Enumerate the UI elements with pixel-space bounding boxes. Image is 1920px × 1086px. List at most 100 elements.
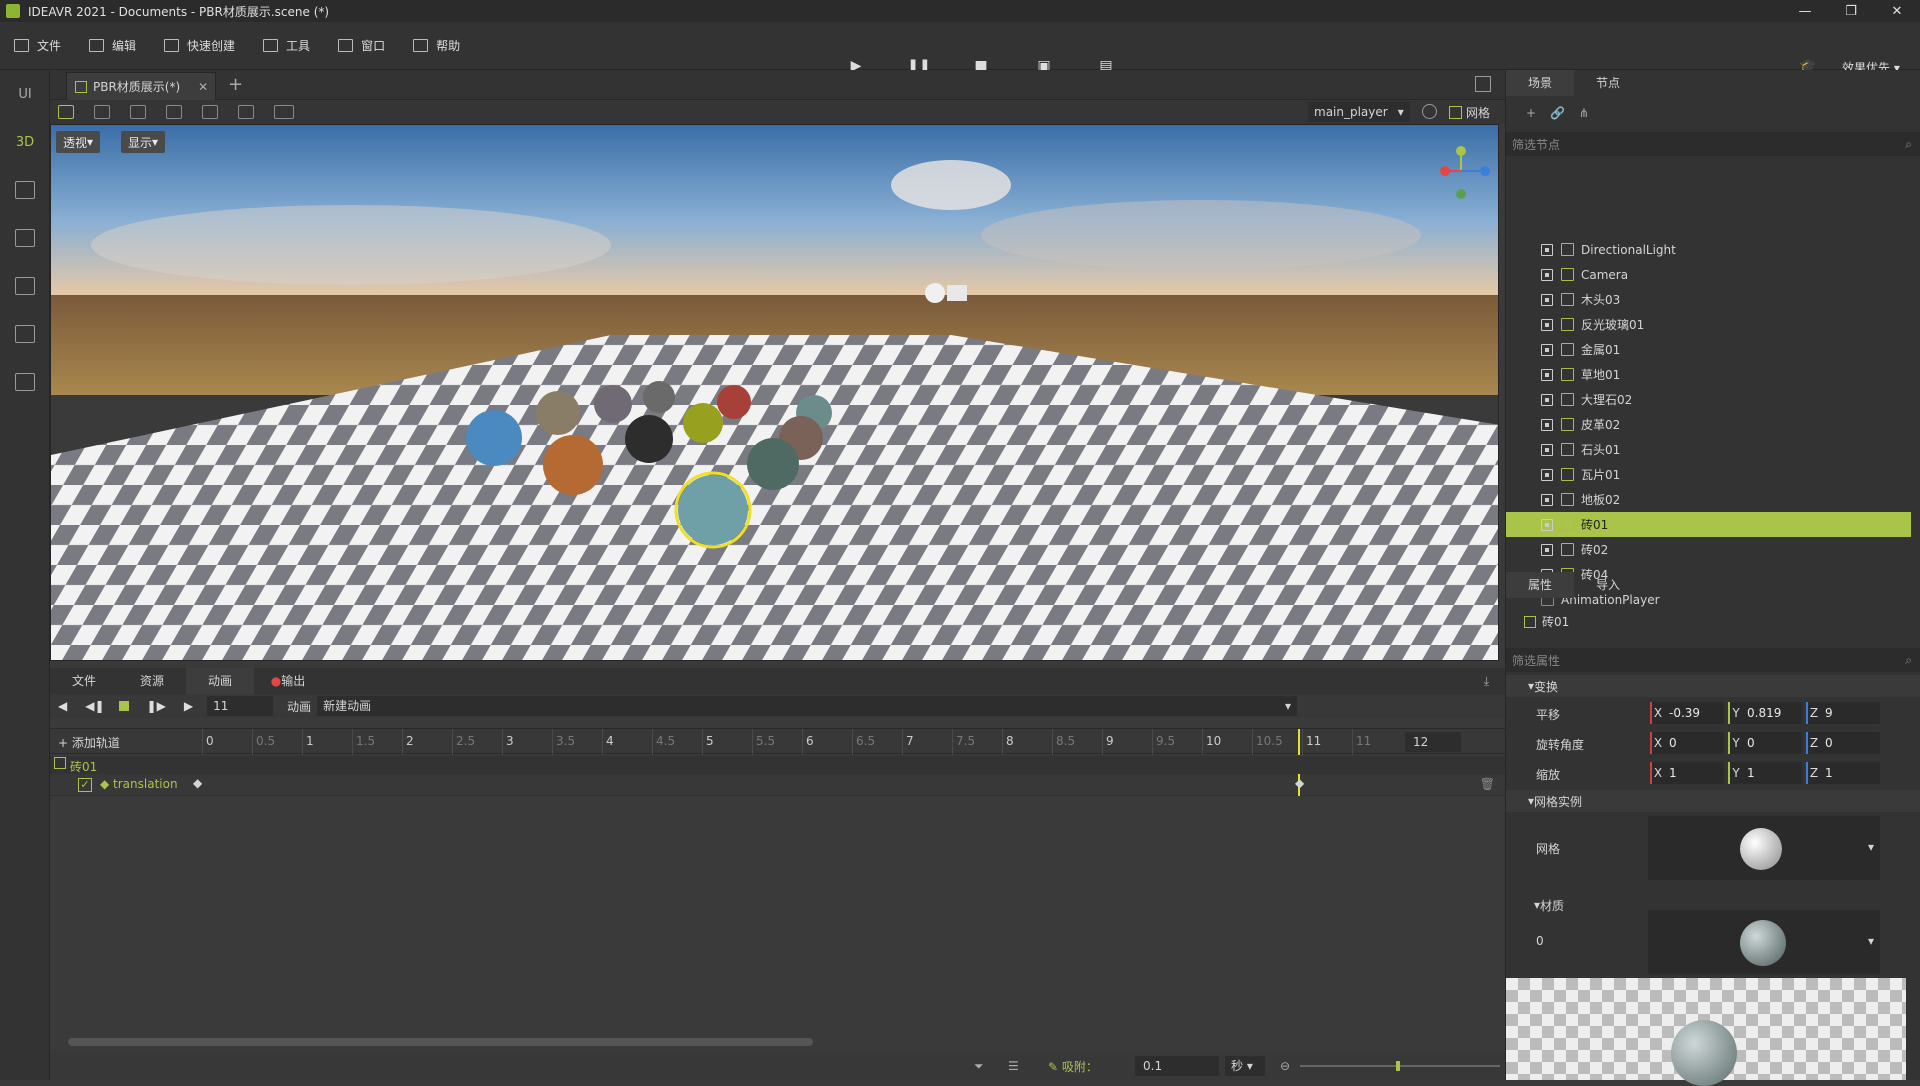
visibility-icon[interactable] xyxy=(1541,318,1553,331)
close-tab-icon[interactable]: ✕ xyxy=(198,80,208,94)
keyframe-start[interactable]: ◆ xyxy=(193,776,202,790)
visibility-icon[interactable] xyxy=(1541,343,1553,356)
close-icon[interactable]: ✕ xyxy=(1874,0,1920,22)
add-tab-icon[interactable]: + xyxy=(228,74,243,95)
snap-toggle[interactable]: ✎ 吸附： xyxy=(1048,1058,1098,1075)
media-button[interactable] xyxy=(0,262,50,310)
scene-node[interactable]: 草地01 xyxy=(1506,362,1911,387)
tab-node[interactable]: 节点 xyxy=(1574,70,1642,96)
rotation-z-field[interactable]: Z0 xyxy=(1806,732,1880,754)
tab-animation[interactable]: 动画 xyxy=(186,668,254,694)
download-icon[interactable]: ⤓ xyxy=(1484,674,1489,689)
scene-node[interactable]: 石头01 xyxy=(1506,437,1911,462)
horizontal-scrollbar[interactable] xyxy=(68,1038,813,1046)
scene-node[interactable]: 地板02 xyxy=(1506,487,1911,512)
stop-anim-icon[interactable] xyxy=(118,701,129,711)
node-filter-input[interactable]: 筛选节点 ⌕ xyxy=(1506,132,1920,156)
visibility-icon[interactable] xyxy=(1541,243,1553,256)
visibility-icon[interactable] xyxy=(1541,443,1553,456)
3d-mode-button[interactable]: 3D xyxy=(0,118,50,166)
rotation-x-field[interactable]: X0 xyxy=(1650,732,1724,754)
section-transform[interactable]: ▾ 变换 xyxy=(1506,675,1920,697)
length-input[interactable]: 12 xyxy=(1405,732,1461,752)
tab-scene[interactable]: 场景 xyxy=(1506,70,1574,96)
scale-tool-icon[interactable] xyxy=(166,105,182,119)
track-enable-checkbox[interactable]: ✓ xyxy=(78,778,92,792)
play-anim-icon[interactable]: ▶ xyxy=(184,699,193,713)
player-select[interactable]: main_player ▾ xyxy=(1308,102,1410,122)
tab-assets[interactable]: 资源 xyxy=(118,668,186,694)
pivot-icon[interactable] xyxy=(202,105,218,119)
add-track-button[interactable]: + 添加轨道 xyxy=(58,734,120,751)
prev-keyframe-icon[interactable]: ◀ xyxy=(58,699,67,713)
menu-help[interactable]: 帮助 xyxy=(413,37,460,54)
translate-x-field[interactable]: X -0.39 xyxy=(1650,702,1724,724)
add-node-icon[interactable]: + xyxy=(1526,106,1536,120)
instance-icon[interactable]: ⋔ xyxy=(1579,106,1589,120)
tab-import[interactable]: 导入 xyxy=(1574,572,1642,598)
tab-file[interactable]: 文件 xyxy=(50,668,118,694)
filter-icon[interactable]: ⏷ xyxy=(974,1059,984,1074)
3d-viewport[interactable]: 透视 ▾ 显示 ▾ xyxy=(50,124,1499,661)
snap-icon[interactable] xyxy=(238,105,254,119)
settings-icon[interactable] xyxy=(1422,104,1437,119)
material-preview[interactable]: ▾ xyxy=(1648,910,1880,974)
scene-node[interactable]: 金属01 xyxy=(1506,337,1911,362)
visibility-icon[interactable] xyxy=(1541,393,1553,406)
zoom-slider-handle[interactable] xyxy=(1396,1061,1400,1071)
display-dropdown[interactable]: 显示 ▾ xyxy=(121,131,166,153)
scene-node[interactable]: 大理石02 xyxy=(1506,387,1911,412)
perspective-dropdown[interactable]: 透视 ▾ xyxy=(56,131,101,153)
snap-input[interactable]: 0.1 xyxy=(1135,1056,1219,1076)
menu-edit[interactable]: 编辑 xyxy=(89,37,136,54)
visibility-icon[interactable] xyxy=(1541,468,1553,481)
scene-node[interactable]: DirectionalLight xyxy=(1506,237,1911,262)
visibility-icon[interactable] xyxy=(1541,368,1553,381)
visibility-icon[interactable] xyxy=(1541,293,1553,306)
scene-node[interactable]: Camera xyxy=(1506,262,1911,287)
scene-node[interactable]: 反光玻璃01 xyxy=(1506,312,1911,337)
play-from-icon[interactable]: ❚▶ xyxy=(147,699,166,713)
rotation-y-field[interactable]: Y0 xyxy=(1728,732,1802,754)
publish-button[interactable] xyxy=(0,358,50,406)
zoom-slider[interactable] xyxy=(1300,1061,1500,1071)
trash-icon[interactable]: 🗑 xyxy=(1480,777,1495,791)
move-tool-icon[interactable] xyxy=(94,105,110,119)
fullscreen-icon[interactable] xyxy=(1475,76,1491,92)
unit-select[interactable]: 秒 ▾ xyxy=(1225,1056,1265,1076)
scale-y-field[interactable]: Y1 xyxy=(1728,762,1802,784)
select-tool-icon[interactable] xyxy=(58,105,74,119)
menu-file[interactable]: 文件 xyxy=(14,37,61,54)
restore-icon[interactable]: ❐ xyxy=(1828,0,1874,22)
menu-tools[interactable]: 工具 xyxy=(263,37,310,54)
visibility-icon[interactable] xyxy=(1541,543,1553,556)
scale-z-field[interactable]: Z1 xyxy=(1806,762,1880,784)
minimize-icon[interactable]: — xyxy=(1782,0,1828,22)
timeline-ruler[interactable]: + 添加轨道 0 0.5 1 1.5 2 2.5 3 3.5 4 4.5 5 5.5 6 6.5 7 7.5 8… xyxy=(50,728,1505,755)
list-icon[interactable]: ☰ xyxy=(1008,1059,1019,1073)
scene-node[interactable]: 砖02 xyxy=(1506,537,1911,562)
track-group[interactable]: 砖01 xyxy=(50,756,1505,774)
tab-output[interactable]: ●输出 xyxy=(254,668,322,694)
animation-select[interactable]: 新建动画 ▾ xyxy=(317,696,1298,716)
visibility-icon[interactable] xyxy=(1541,518,1553,531)
visibility-icon[interactable] xyxy=(1541,493,1553,506)
tab-properties[interactable]: 属性 xyxy=(1506,572,1574,598)
scene-node[interactable]: 瓦片01 xyxy=(1506,462,1911,487)
section-mesh-instance[interactable]: ▾ 网格实例 xyxy=(1506,790,1920,812)
export-button[interactable] xyxy=(0,310,50,358)
translate-z-field[interactable]: Z9 xyxy=(1806,702,1880,724)
layout-icon[interactable] xyxy=(274,105,294,119)
menu-quick-create[interactable]: 快速创建 xyxy=(164,37,235,54)
menu-window[interactable]: 窗口 xyxy=(338,37,385,54)
mesh-toggle[interactable]: 网格 xyxy=(1449,104,1490,121)
keyframe-end[interactable]: ◆ xyxy=(1295,776,1304,790)
play-reverse-icon[interactable]: ◀❚ xyxy=(85,699,104,713)
scene-node[interactable]: 木头03 xyxy=(1506,287,1911,312)
property-filter-input[interactable]: 筛选属性 ⌕ xyxy=(1506,648,1920,672)
doc-tab[interactable]: PBR材质展示(*) ✕ xyxy=(66,72,216,100)
rotate-tool-icon[interactable] xyxy=(130,105,146,119)
scene-node[interactable]: 皮革02 xyxy=(1506,412,1911,437)
mesh-preview[interactable]: ▾ xyxy=(1648,816,1880,880)
playhead[interactable] xyxy=(1298,729,1300,755)
